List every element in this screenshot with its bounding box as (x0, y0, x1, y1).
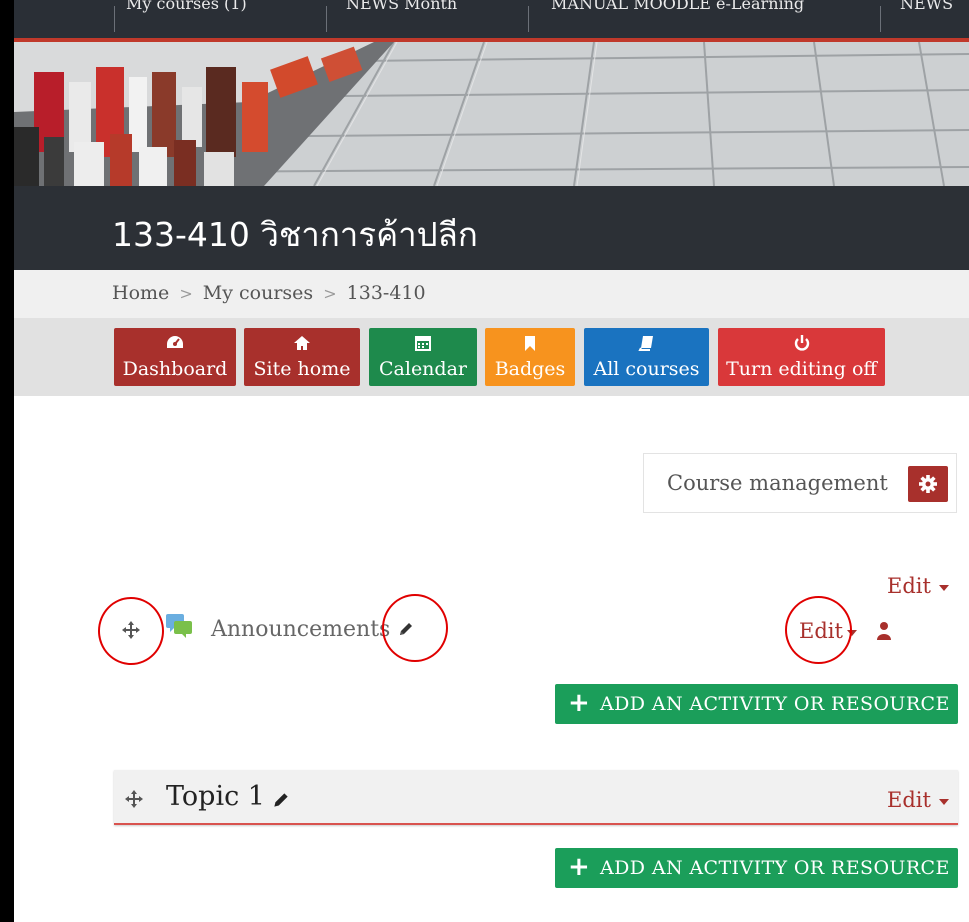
dashboard-button[interactable]: Dashboard (114, 328, 236, 386)
annotation-circle-pencil (382, 594, 448, 662)
all-courses-label: All courses (593, 358, 700, 380)
turn-editing-off-button[interactable]: Turn editing off (718, 328, 885, 386)
annotation-circle-edit (785, 596, 852, 664)
edit-title-pencil-icon[interactable] (271, 790, 291, 814)
calendar-label: Calendar (379, 358, 467, 380)
user-role-icon[interactable] (876, 621, 892, 645)
quick-links-bar: Dashboard Site home Calendar Badges All … (14, 318, 969, 396)
add-activity-button-topic1[interactable]: + ADD AN ACTIVITY OR RESOURCE (555, 848, 958, 888)
breadcrumb-separator: > (179, 284, 193, 303)
power-icon (718, 334, 885, 356)
course-header: 133-410 วิชาการค้าปลีก (14, 186, 969, 270)
home-icon (244, 334, 360, 356)
top-navbar: My courses (1) NEWS Month MANUAL MOODLE … (14, 0, 969, 42)
move-handle-icon[interactable] (124, 789, 144, 813)
add-activity-label: ADD AN ACTIVITY OR RESOURCE (600, 857, 950, 879)
breadcrumb-course[interactable]: 133-410 (347, 282, 426, 304)
dashboard-label: Dashboard (122, 358, 228, 380)
course-title: 133-410 วิชาการค้าปลีก (112, 215, 478, 254)
dashboard-icon (114, 334, 236, 356)
breadcrumb-my-courses[interactable]: My courses (203, 282, 313, 304)
add-activity-label: ADD AN ACTIVITY OR RESOURCE (600, 693, 950, 715)
book-icon (584, 334, 709, 356)
site-home-label: Site home (253, 358, 351, 380)
badges-label: Badges (494, 358, 566, 380)
breadcrumb: Home > My courses > 133-410 (14, 270, 969, 318)
badges-button[interactable]: Badges (485, 328, 575, 386)
section-edit-label: Edit (887, 574, 931, 598)
gear-icon (908, 475, 948, 506)
nav-separator (880, 6, 881, 32)
course-management-panel: Course management (643, 453, 957, 513)
all-courses-button[interactable]: All courses (584, 328, 709, 386)
plus-icon: + (568, 688, 591, 718)
topic-edit-label: Edit (887, 788, 931, 812)
chevron-down-icon (938, 798, 949, 805)
store-aisle-picture (14, 42, 969, 186)
calendar-button[interactable]: Calendar (369, 328, 477, 386)
topic-section-header: Topic 1 Edit (114, 770, 958, 825)
topic-title: Topic 1 (166, 781, 265, 812)
course-banner-image (14, 42, 969, 186)
breadcrumb-separator: > (323, 284, 337, 303)
annotation-circle-move (98, 597, 164, 665)
page: My courses (1) NEWS Month MANUAL MOODLE … (14, 0, 969, 922)
topic-edit-menu[interactable]: Edit (887, 788, 949, 812)
course-management-label: Course management (667, 471, 888, 495)
forum-icon (164, 611, 194, 645)
add-activity-button-section0[interactable]: + ADD AN ACTIVITY OR RESOURCE (555, 684, 958, 724)
bookmark-icon (485, 334, 575, 356)
nav-item-my-courses[interactable]: My courses (1) (126, 0, 247, 13)
plus-icon: + (568, 852, 591, 882)
nav-separator (114, 6, 115, 32)
breadcrumb-home[interactable]: Home (112, 282, 169, 304)
calendar-icon (369, 334, 477, 356)
nav-item-news[interactable]: NEWS (900, 0, 953, 13)
nav-item-manual[interactable]: MANUAL MOODLE e-Learning (551, 0, 804, 13)
turn-editing-off-label: Turn editing off (726, 358, 877, 380)
nav-item-news-month[interactable]: NEWS Month (346, 0, 457, 13)
activity-link-announcements[interactable]: Announcements (211, 617, 390, 642)
course-management-button[interactable] (908, 466, 948, 502)
nav-separator (326, 6, 327, 32)
site-home-button[interactable]: Site home (244, 328, 360, 386)
section-edit-menu[interactable]: Edit (887, 574, 949, 598)
chevron-down-icon (938, 584, 949, 591)
nav-separator (528, 6, 529, 32)
